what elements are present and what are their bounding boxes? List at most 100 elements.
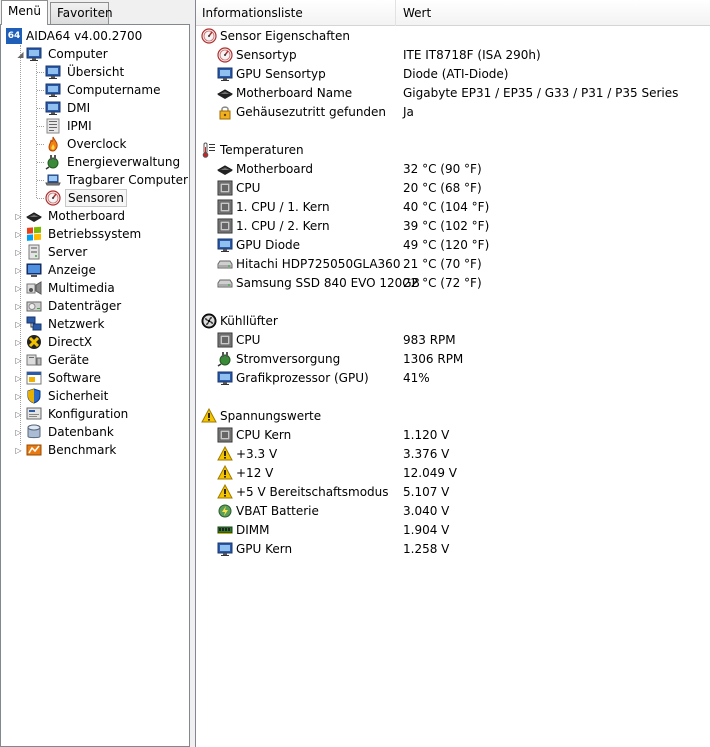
tree-root-aida64[interactable]: 64 AIDA64 v4.00.2700 (6, 27, 186, 45)
category-title: Kühllüfter (220, 314, 278, 328)
expand-arrow-icon[interactable]: ▷ (14, 266, 23, 275)
monitor-icon (217, 370, 233, 386)
sensor-row[interactable]: Motherboard Name Gigabyte EP31 / EP35 / G… (196, 84, 710, 103)
collapse-arrow-icon[interactable]: ◢ (16, 50, 25, 59)
shield-icon (26, 388, 42, 404)
sensor-name: 1. CPU / 1. Kern (236, 200, 330, 214)
tree-item-directx[interactable]: DirectX (26, 333, 186, 351)
category-row[interactable]: Sensor Eigenschaften (196, 27, 710, 46)
lock-icon (217, 104, 233, 120)
expand-arrow-icon[interactable]: ▷ (14, 356, 23, 365)
tree-connector (37, 108, 44, 109)
warning-icon (217, 484, 233, 500)
tree-item-sensoren[interactable]: Sensoren (45, 189, 186, 207)
expand-arrow-icon[interactable]: ▷ (14, 320, 23, 329)
sensor-name: CPU (236, 181, 261, 195)
cpu-icon (217, 332, 233, 348)
category-row[interactable]: Temperaturen (196, 141, 710, 160)
sensor-row[interactable]: GPU Sensortyp Diode (ATI-Diode) (196, 65, 710, 84)
tree-item-energieverwaltung[interactable]: Energieverwaltung (45, 153, 186, 171)
sensor-row[interactable]: +5 V Bereitschaftsmodus 5.107 V (196, 483, 710, 502)
monitor-icon (45, 100, 61, 116)
category-row[interactable]: Kühllüfter (196, 312, 710, 331)
power-plug-icon (217, 351, 233, 367)
tree-connector (37, 144, 44, 145)
sensor-row[interactable]: GPU Kern 1.258 V (196, 540, 710, 559)
tab-menu[interactable]: Menü (1, 0, 48, 25)
sensor-row[interactable]: Grafikprozessor (GPU) 41% (196, 369, 710, 388)
server-icon (26, 244, 42, 260)
expand-arrow-icon[interactable]: ▷ (14, 446, 23, 455)
dimm-icon (217, 522, 233, 538)
category-title: Sensor Eigenschaften (220, 29, 350, 43)
tree-item-anzeige[interactable]: Anzeige (26, 261, 186, 279)
sensor-value: 1306 RPM (403, 352, 464, 366)
sensor-row[interactable]: VBAT Batterie 3.040 V (196, 502, 710, 521)
aida64-logo-icon: 64 (6, 28, 22, 44)
tree-item-software[interactable]: Software (26, 369, 186, 387)
sensor-row[interactable]: Sensortyp ITE IT8718F (ISA 290h) (196, 46, 710, 65)
sensor-row[interactable]: Motherboard 32 °C (90 °F) (196, 160, 710, 179)
expand-arrow-icon[interactable]: ▷ (14, 374, 23, 383)
expand-arrow-icon[interactable]: ▷ (14, 392, 23, 401)
tree-item-netzwerk[interactable]: Netzwerk (26, 315, 186, 333)
tree-item-betriebssystem[interactable]: Betriebssystem (26, 225, 186, 243)
column-header-info[interactable]: Informationsliste (196, 0, 396, 26)
category-row[interactable]: Spannungswerte (196, 407, 710, 426)
category-title: Spannungswerte (220, 409, 322, 423)
sensor-name: Motherboard Name (236, 86, 353, 100)
tree-item-datenbank[interactable]: Datenbank (26, 423, 186, 441)
tree-item-übersicht[interactable]: Übersicht (45, 63, 186, 81)
sensor-row[interactable]: CPU 983 RPM (196, 331, 710, 350)
tree-item-computer[interactable]: Computer (26, 45, 186, 63)
sensor-row[interactable]: 1. CPU / 1. Kern 40 °C (104 °F) (196, 198, 710, 217)
sensor-row[interactable]: DIMM 1.904 V (196, 521, 710, 540)
sensor-value: 21 °C (70 °F) (403, 257, 482, 271)
sensor-row[interactable]: Gehäusezutritt gefunden Ja (196, 103, 710, 122)
tree-item-datenträger[interactable]: Datenträger (26, 297, 186, 315)
sensor-row[interactable]: CPU Kern 1.120 V (196, 426, 710, 445)
sensor-name: CPU (236, 333, 261, 347)
sensor-value: 41% (403, 371, 430, 385)
expand-arrow-icon[interactable]: ▷ (14, 338, 23, 347)
expand-arrow-icon[interactable]: ▷ (14, 302, 23, 311)
sensor-row[interactable]: Hitachi HDP725050GLA360 21 °C (70 °F) (196, 255, 710, 274)
sensor-value: 39 °C (102 °F) (403, 219, 490, 233)
expand-arrow-icon[interactable]: ▷ (14, 248, 23, 257)
tree-item-motherboard[interactable]: Motherboard (26, 207, 186, 225)
sensor-value: 3.040 V (403, 504, 450, 518)
sensor-row[interactable]: Samsung SSD 840 EVO 120GB 22 °C (72 °F) (196, 274, 710, 293)
expand-arrow-icon[interactable]: ▷ (14, 284, 23, 293)
sensor-name: +12 V (236, 466, 274, 480)
monitor-icon (26, 46, 42, 62)
tree-item-multimedia[interactable]: Multimedia (26, 279, 186, 297)
tree-item-dmi[interactable]: DMI (45, 99, 186, 117)
expand-arrow-icon[interactable]: ▷ (14, 410, 23, 419)
sensor-name: 1. CPU / 2. Kern (236, 219, 330, 233)
tree-item-sicherheit[interactable]: Sicherheit (26, 387, 186, 405)
tree-item-server[interactable]: Server (26, 243, 186, 261)
fan-icon (201, 313, 217, 329)
expand-arrow-icon[interactable]: ▷ (14, 212, 23, 221)
tree-item-computername[interactable]: Computername (45, 81, 186, 99)
tree-item-ipmi[interactable]: IPMI (45, 117, 186, 135)
tree-item-tragbarer-computer[interactable]: Tragbarer Computer (45, 171, 188, 189)
sensor-name: Motherboard (236, 162, 313, 176)
tree-item-benchmark[interactable]: Benchmark (26, 441, 186, 459)
sensor-value: Diode (ATI-Diode) (403, 67, 509, 81)
sensor-row[interactable]: CPU 20 °C (68 °F) (196, 179, 710, 198)
sensor-row[interactable]: Stromversorgung 1306 RPM (196, 350, 710, 369)
sensor-row[interactable]: GPU Diode 49 °C (120 °F) (196, 236, 710, 255)
sensor-row[interactable]: +3.3 V 3.376 V (196, 445, 710, 464)
tree-item-overclock[interactable]: Overclock (45, 135, 186, 153)
expand-arrow-icon[interactable]: ▷ (14, 230, 23, 239)
sensor-value: 5.107 V (403, 485, 450, 499)
sensor-row[interactable]: 1. CPU / 2. Kern 39 °C (102 °F) (196, 217, 710, 236)
tree-item-konfiguration[interactable]: Konfiguration (26, 405, 186, 423)
tree-item-geräte[interactable]: Geräte (26, 351, 186, 369)
sensor-value: 20 °C (68 °F) (403, 181, 482, 195)
column-header-value[interactable]: Wert (397, 0, 710, 26)
sensor-row[interactable]: +12 V 12.049 V (196, 464, 710, 483)
expand-arrow-icon[interactable]: ▷ (14, 428, 23, 437)
tab-favorites[interactable]: Favoriten (50, 2, 113, 24)
